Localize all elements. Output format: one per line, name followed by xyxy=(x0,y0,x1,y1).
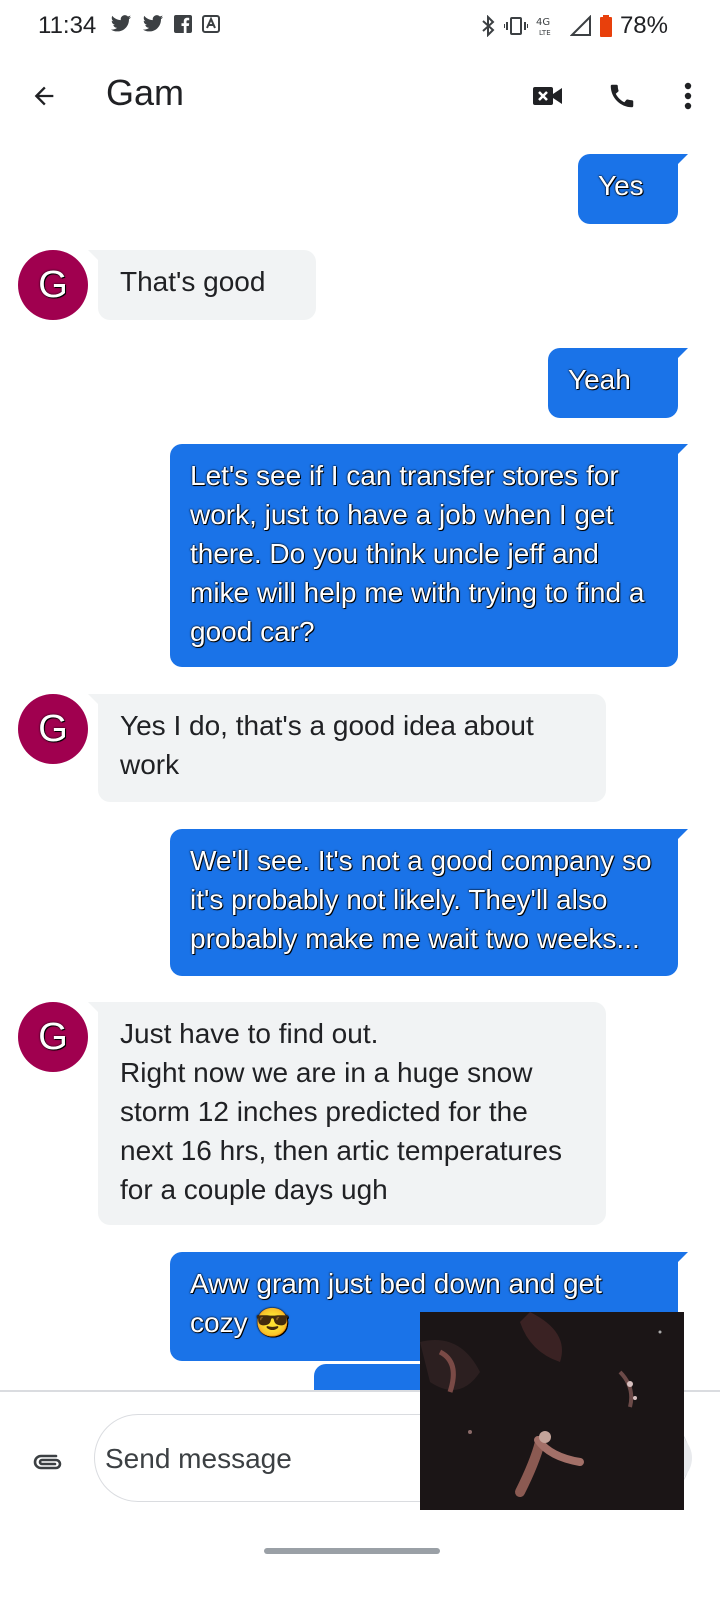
more-options-button[interactable] xyxy=(666,74,710,118)
contact-avatar[interactable]: G xyxy=(18,1002,88,1072)
facebook-icon xyxy=(174,15,192,33)
video-call-icon xyxy=(533,87,562,105)
battery-icon xyxy=(599,15,612,37)
incoming-message[interactable]: Just have to find out. Right now we are … xyxy=(88,1002,606,1225)
more-vert-icon xyxy=(684,82,692,110)
incoming-message[interactable]: Yes I do, that's a good idea about work xyxy=(88,694,606,802)
contact-name[interactable]: Gam xyxy=(106,72,184,114)
status-bar: 11:34 4G LTE 78% xyxy=(0,0,720,54)
outgoing-message[interactable]: Let's see if I can transfer stores for w… xyxy=(170,444,688,667)
back-arrow-icon xyxy=(34,86,54,106)
video-frame-image xyxy=(420,1312,684,1510)
system-icons: 4G LTE 78% xyxy=(480,12,668,40)
bluetooth-icon xyxy=(482,15,495,37)
back-button[interactable] xyxy=(22,74,66,118)
phone-call-button[interactable] xyxy=(600,74,644,118)
outgoing-message[interactable]: Yes xyxy=(578,154,688,224)
avatar-initial: G xyxy=(38,1015,68,1058)
video-call-button[interactable] xyxy=(526,74,570,118)
svg-text:LTE: LTE xyxy=(539,29,551,37)
4g-lte-icon: 4GLTE xyxy=(536,17,551,37)
twitter-icon xyxy=(142,15,164,32)
status-time: 11:34 xyxy=(38,12,97,39)
message-thread[interactable]: Yes G That's good Yeah Let's see if I ca… xyxy=(0,138,720,1418)
attach-button[interactable] xyxy=(26,1440,70,1484)
contact-avatar[interactable]: G xyxy=(18,694,88,764)
signal-icon xyxy=(569,15,591,36)
vibrate-icon xyxy=(503,17,528,35)
notification-icons xyxy=(110,14,220,34)
attachment-icon xyxy=(33,1454,62,1470)
contact-avatar[interactable]: G xyxy=(18,250,88,320)
battery-percent: 78% xyxy=(619,12,668,39)
video-call-preview[interactable] xyxy=(420,1312,684,1510)
outgoing-message[interactable]: Yeah xyxy=(548,348,688,418)
twitter-icon xyxy=(110,15,132,32)
avatar-initial: G xyxy=(38,263,68,306)
avatar-initial: G xyxy=(38,707,68,750)
navigation-handle[interactable] xyxy=(264,1548,440,1554)
phone-icon xyxy=(610,84,634,108)
incoming-message[interactable]: That's good xyxy=(88,250,316,320)
conversation-header: Gam xyxy=(0,54,720,138)
outgoing-message[interactable]: We'll see. It's not a good company so it… xyxy=(170,829,688,976)
svg-text:4G: 4G xyxy=(536,17,550,28)
app-icon xyxy=(202,15,220,33)
